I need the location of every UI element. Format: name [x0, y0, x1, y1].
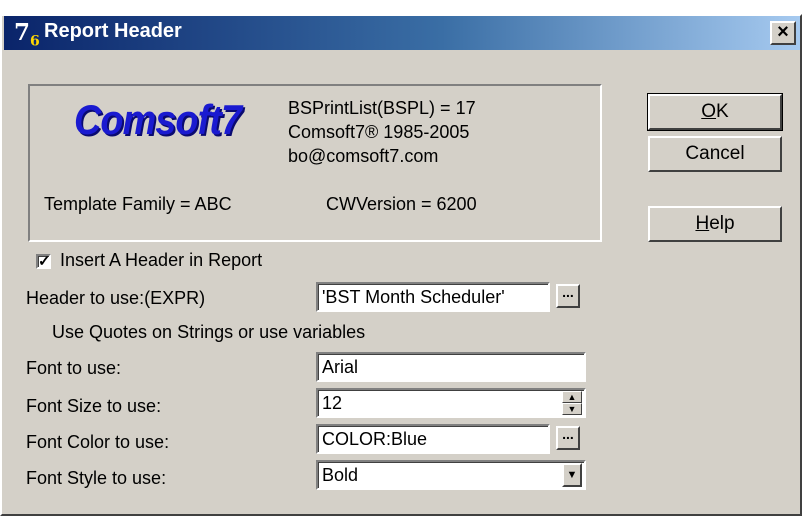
font-label: Font to use: [26, 358, 122, 378]
spin-up-icon[interactable]: ▲ [562, 391, 582, 403]
help-button[interactable]: Help [648, 206, 782, 242]
cancel-button[interactable]: Cancel [648, 136, 782, 172]
header-label: Header to use:(EXPR) [26, 288, 206, 308]
report-header-dialog: 76 Report Header × Comsoft7 BSPrintList(… [0, 14, 802, 516]
comsoft-logo: Comsoft7 [74, 96, 242, 143]
ok-button[interactable]: OK [647, 93, 783, 131]
dropdown-arrow-icon[interactable]: ▼ [562, 463, 582, 487]
header-expr-field[interactable]: 'BST Month Scheduler' [316, 282, 550, 312]
font-field[interactable]: Arial [316, 352, 586, 382]
font-color-field[interactable]: COLOR:Blue [316, 424, 550, 454]
close-button[interactable]: × [770, 21, 796, 45]
font-style-label: Font Style to use: [26, 468, 167, 488]
bsprintlist-version: BSPrintList(BSPL) = 17 [288, 98, 476, 118]
email-text: bo@comsoft7.com [288, 146, 439, 166]
check-icon: ✓ [38, 253, 51, 270]
window-title: Report Header [44, 20, 182, 42]
insert-header-label: Insert A Header in Report [60, 250, 263, 270]
copyright-text: Comsoft7® 1985-2005 [288, 122, 470, 142]
title-bar[interactable]: 76 Report Header × [4, 16, 800, 50]
header-browse-button[interactable]: ... [556, 284, 580, 308]
font-size-label: Font Size to use: [26, 396, 162, 416]
insert-header-checkbox[interactable]: ✓ [36, 254, 51, 269]
spin-down-icon[interactable]: ▼ [562, 403, 582, 415]
app-icon: 76 [14, 19, 40, 50]
font-size-field[interactable]: 12 [316, 388, 586, 418]
cw-version-text: CWVersion = 6200 [326, 194, 477, 214]
font-color-browse-button[interactable]: ... [556, 426, 580, 450]
quotes-hint: Use Quotes on Strings or use variables [52, 322, 366, 342]
about-panel: Comsoft7 BSPrintList(BSPL) = 17 Comsoft7… [28, 84, 602, 242]
font-color-label: Font Color to use: [26, 432, 170, 452]
font-style-select[interactable]: Bold [316, 460, 586, 490]
template-family-text: Template Family = ABC [44, 194, 232, 214]
